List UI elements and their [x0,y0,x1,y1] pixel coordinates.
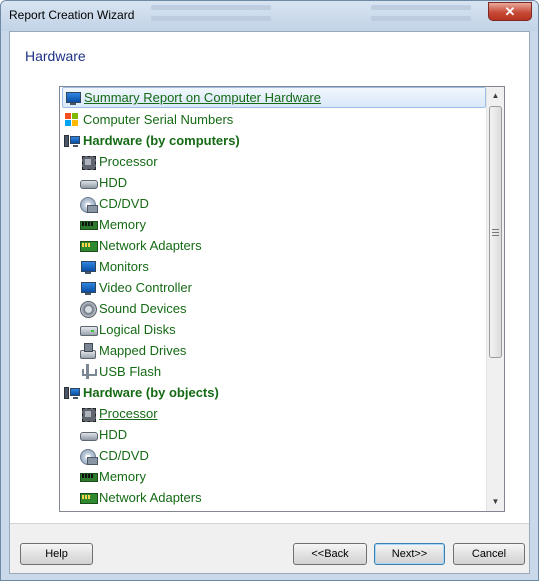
tree-item-label: Processor [99,154,158,169]
tree-item-label: CD/DVD [99,196,149,211]
tree-item-label: Logical Disks [99,322,176,337]
cd-dvd-icon [80,196,98,213]
computer-icon [64,133,80,149]
wizard-window: Report Creation Wizard ✕ Hardware Summar… [0,0,539,581]
video-controller-icon [80,280,96,296]
tree-item-label: CD/DVD [99,448,149,463]
scroll-down-icon: ▼ [491,497,500,506]
tree-item[interactable]: Video Controller [60,277,485,298]
background-window-text [371,16,471,21]
page-title: Hardware [25,48,86,64]
report-tree[interactable]: Summary Report on Computer Hardware Compu… [59,86,505,512]
tree-item[interactable]: Memory [60,214,485,235]
computer-icon [64,385,80,401]
help-button[interactable]: Help [20,543,93,565]
tree-item[interactable]: CD/DVD [60,193,485,214]
tree-item[interactable]: Hardware (by objects) [60,382,485,403]
tree-item[interactable]: Network Adapters [60,487,485,508]
tree-item-label: Mapped Drives [99,343,187,358]
memory-icon [80,217,98,233]
tree-item-label: USB Flash [99,364,162,379]
cpu-icon [80,154,96,170]
cancel-button[interactable]: Cancel [453,543,525,565]
background-window-text [151,5,271,10]
tree-item-label: Memory [99,469,146,484]
scroll-thumb[interactable] [489,106,502,358]
title-bar[interactable]: Report Creation Wizard ✕ [1,1,538,31]
hard-drive-icon [80,175,98,191]
tree-item[interactable]: Monitors [60,256,485,277]
tree-item-label: Processor [99,406,158,421]
tree-item-label: Network Adapters [99,490,202,505]
windows-logo-icon [64,112,80,128]
page-panel: Hardware Summary Report on Computer Hard… [10,32,529,523]
tree-item-label: Hardware (by objects) [83,385,219,400]
tree-item[interactable]: Network Adapters [60,235,485,256]
tree-item-label: HDD [99,175,128,190]
tree-item[interactable]: USB Flash [60,361,485,382]
background-window-text [151,16,271,21]
tree-item[interactable]: Memory [60,466,485,487]
tree-item[interactable]: CD/DVD [60,445,485,466]
memory-icon [80,469,98,485]
scroll-down-button[interactable]: ▼ [487,493,504,510]
scroll-up-icon: ▲ [491,91,500,100]
window-title: Report Creation Wizard [9,8,135,22]
next-button[interactable]: Next>> [374,543,445,565]
network-adapter-icon [80,238,98,254]
tree-item[interactable]: HDD [60,172,485,193]
tree-item[interactable]: Processor [60,403,485,424]
tree-item-label: Sound Devices [99,301,187,316]
speaker-icon [80,300,97,318]
tree-item-label: Monitors [99,259,149,274]
tree-item[interactable]: Hardware (by computers) [60,130,485,151]
tree-item-label: HDD [99,427,128,442]
cd-dvd-icon [80,448,98,465]
logical-disk-icon [80,322,98,338]
background-window-text [371,5,471,10]
back-button[interactable]: <<Back [293,543,367,565]
vertical-scrollbar[interactable]: ▲ ▼ [486,87,504,511]
footer-separator [10,523,529,524]
tree-item[interactable]: Processor [60,151,485,172]
tree-item[interactable]: Computer Serial Numbers [60,109,485,130]
tree-item-label: Computer Serial Numbers [83,112,234,127]
grip-icon [492,228,499,236]
tree-item[interactable]: Sound Devices [60,298,485,319]
tree-item-label: Hardware (by computers) [83,133,240,148]
tree-item-label: Summary Report on Computer Hardware [84,90,321,105]
hard-drive-icon [80,427,98,443]
close-button[interactable]: ✕ [488,2,532,21]
tree-item[interactable]: HDD [60,424,485,445]
scroll-up-button[interactable]: ▲ [487,87,504,104]
cpu-icon [80,406,96,422]
tree-item-label: Memory [99,217,146,232]
mapped-drive-icon [80,342,96,359]
tree-item-label: Network Adapters [99,238,202,253]
monitor-icon [80,259,96,275]
tree-item[interactable]: Logical Disks [60,319,485,340]
close-icon: ✕ [504,3,516,19]
network-adapter-icon [80,490,98,506]
tree-item[interactable]: Mapped Drives [60,340,485,361]
usb-icon [80,363,97,380]
tree-item-label: Video Controller [99,280,192,295]
tree-item[interactable]: Summary Report on Computer Hardware [62,87,486,108]
monitor-icon [65,90,81,106]
wizard-client-area: Hardware Summary Report on Computer Hard… [9,31,530,574]
